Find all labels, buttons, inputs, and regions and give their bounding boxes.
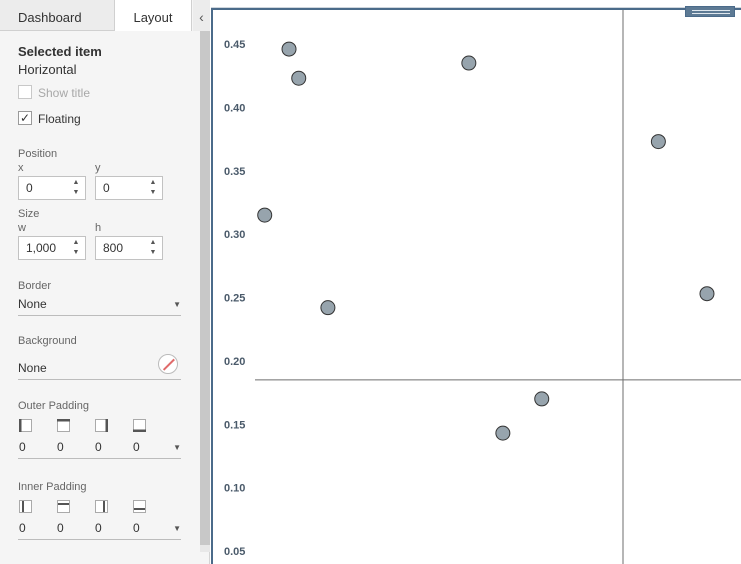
reference-lines [255, 10, 741, 564]
y-tick-label: 0.25 [224, 293, 245, 305]
y-axis: 0.45 0.40 0.35 0.30 0.25 0.20 0.15 0.10 0.05 [224, 39, 245, 558]
data-point[interactable] [291, 70, 307, 86]
y-tick-label: 0.35 [224, 166, 245, 178]
data-point[interactable] [320, 300, 336, 316]
data-point[interactable] [699, 286, 715, 302]
y-tick-label: 0.15 [224, 419, 245, 431]
data-point[interactable] [534, 391, 550, 407]
y-tick-label: 0.30 [224, 229, 245, 241]
data-point[interactable] [461, 55, 477, 71]
y-tick-label: 0.05 [224, 546, 245, 558]
y-tick-label: 0.45 [224, 39, 245, 51]
data-point[interactable] [495, 425, 511, 441]
scatter-plot: 0.45 0.40 0.35 0.30 0.25 0.20 0.15 0.10 0.05 [224, 10, 741, 564]
data-point[interactable] [281, 41, 297, 57]
y-tick-label: 0.40 [224, 102, 245, 114]
y-tick-label: 0.20 [224, 356, 245, 368]
data-points [257, 41, 715, 441]
data-point[interactable] [257, 207, 273, 223]
data-point[interactable] [650, 134, 666, 150]
y-tick-label: 0.10 [224, 483, 245, 495]
